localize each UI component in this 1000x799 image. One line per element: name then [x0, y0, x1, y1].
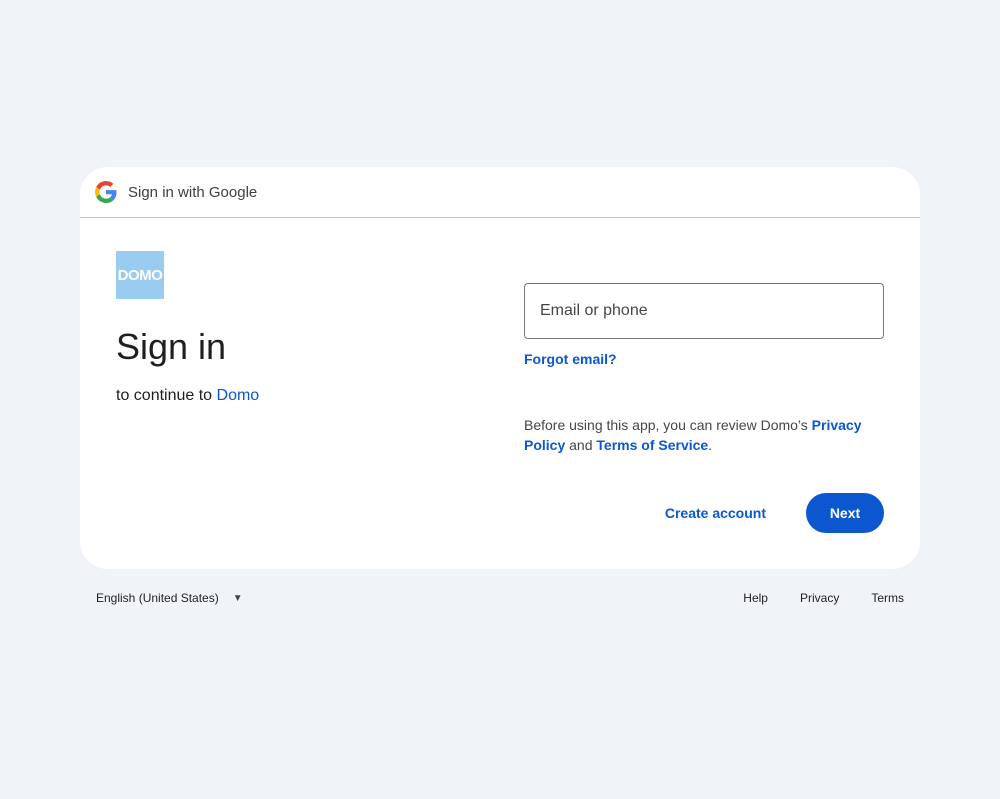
privacy-link[interactable]: Privacy [800, 591, 839, 605]
domo-logo: DOMO [116, 251, 164, 299]
help-link[interactable]: Help [743, 591, 768, 605]
action-bar: Create account Next [649, 493, 884, 533]
subtitle-prefix: to continue to [116, 387, 217, 404]
create-account-button[interactable]: Create account [649, 495, 782, 531]
header-title: Sign in with Google [128, 183, 258, 201]
privacy-notice: Before using this app, you can review Do… [524, 415, 884, 455]
dropdown-caret-icon: ▼ [232, 592, 243, 604]
language-label: English (United States) [96, 591, 219, 605]
card-header: Sign in with Google [80, 167, 920, 218]
domo-logo-text: DOMO [117, 266, 163, 284]
terms-of-service-link[interactable]: Terms of Service [596, 437, 708, 453]
email-input[interactable] [540, 302, 860, 320]
language-selector[interactable]: English (United States) ▼ [96, 591, 243, 605]
page-title: Sign in [116, 326, 227, 367]
left-panel: DOMO Sign in to continue to Domo [116, 251, 456, 405]
subtitle: to continue to Domo [116, 387, 456, 405]
notice-suffix: . [708, 437, 713, 453]
right-panel: Forgot email? Before using this app, you… [524, 283, 884, 455]
notice-and: and [565, 437, 597, 453]
email-field-container[interactable] [524, 283, 884, 339]
sign-in-card: Sign in with Google DOMO Sign in to cont… [80, 167, 920, 569]
notice-prefix: Before using this app, you can review Do… [524, 417, 812, 433]
app-name-link[interactable]: Domo [217, 387, 260, 404]
forgot-email-link[interactable]: Forgot email? [524, 351, 617, 367]
terms-link[interactable]: Terms [871, 591, 904, 605]
next-button[interactable]: Next [806, 493, 884, 533]
footer-links: Help Privacy Terms [711, 591, 904, 605]
google-g-icon [95, 181, 117, 203]
footer: English (United States) ▼ Help Privacy T… [96, 591, 904, 605]
